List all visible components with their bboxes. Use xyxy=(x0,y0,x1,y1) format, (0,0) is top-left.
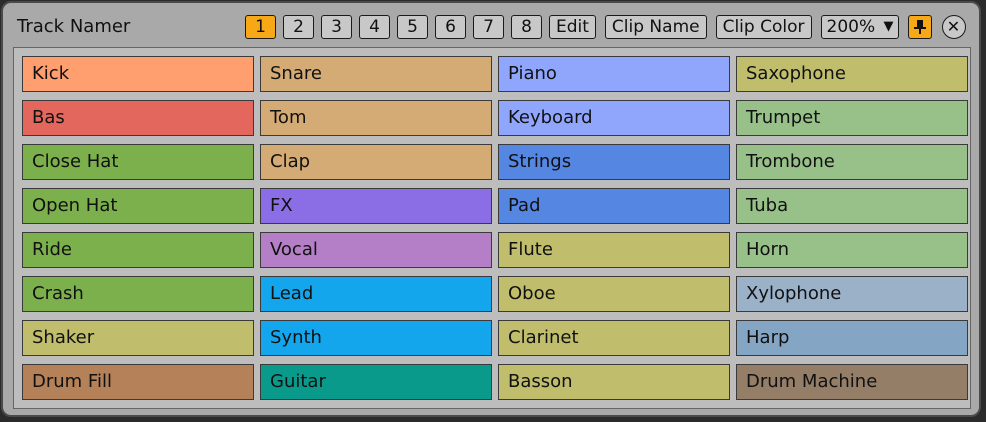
track-name-xylophone[interactable]: Xylophone xyxy=(736,276,968,312)
toolbar: 1 2 3 4 5 6 7 8 Edit Clip Name Clip Colo… xyxy=(245,14,966,40)
track-name-kick[interactable]: Kick xyxy=(22,56,254,92)
track-name-tuba[interactable]: Tuba xyxy=(736,188,968,224)
track-name-grid: Kick Snare Piano Saxophone Bas Tom Keyboard Tru… xyxy=(22,56,968,400)
track-name-oboe[interactable]: Oboe xyxy=(498,276,730,312)
pin-icon xyxy=(913,20,926,34)
track-name-piano[interactable]: Piano xyxy=(498,56,730,92)
zoom-select[interactable]: 200% ▼ xyxy=(820,15,899,39)
track-7-button[interactable]: 7 xyxy=(473,15,504,39)
track-1-button[interactable]: 1 xyxy=(245,15,276,39)
track-name-panel: Kick Snare Piano Saxophone Bas Tom Keyboard Tru… xyxy=(13,47,971,409)
clip-color-button[interactable]: Clip Color xyxy=(715,15,812,39)
track-name-vocal[interactable]: Vocal xyxy=(260,232,492,268)
track-name-clarinet[interactable]: Clarinet xyxy=(498,320,730,356)
track-name-harp[interactable]: Harp xyxy=(736,320,968,356)
pin-button[interactable] xyxy=(907,15,932,39)
zoom-value: 200% xyxy=(826,17,876,37)
track-name-open-hat[interactable]: Open Hat xyxy=(22,188,254,224)
track-name-snare[interactable]: Snare xyxy=(260,56,492,92)
track-name-tom[interactable]: Tom xyxy=(260,100,492,136)
track-name-bas[interactable]: Bas xyxy=(22,100,254,136)
track-namer-window: Track Namer 1 2 3 4 5 6 7 8 Edit Clip Na… xyxy=(1,1,981,417)
track-name-drum-fill[interactable]: Drum Fill xyxy=(22,364,254,400)
window-title: Track Namer xyxy=(17,16,131,37)
track-name-shaker[interactable]: Shaker xyxy=(22,320,254,356)
edit-button[interactable]: Edit xyxy=(549,15,596,39)
track-name-lead[interactable]: Lead xyxy=(260,276,492,312)
chevron-down-icon: ▼ xyxy=(883,19,894,34)
track-name-trombone[interactable]: Trombone xyxy=(736,144,968,180)
track-name-synth[interactable]: Synth xyxy=(260,320,492,356)
track-5-button[interactable]: 5 xyxy=(397,15,428,39)
track-6-button[interactable]: 6 xyxy=(435,15,466,39)
track-name-fx[interactable]: FX xyxy=(260,188,492,224)
track-2-button[interactable]: 2 xyxy=(283,15,314,39)
track-name-flute[interactable]: Flute xyxy=(498,232,730,268)
track-4-button[interactable]: 4 xyxy=(359,15,390,39)
track-name-trumpet[interactable]: Trumpet xyxy=(736,100,968,136)
clip-name-button[interactable]: Clip Name xyxy=(604,15,707,39)
close-button[interactable]: ✕ xyxy=(941,15,966,39)
track-name-crash[interactable]: Crash xyxy=(22,276,254,312)
track-name-clap[interactable]: Clap xyxy=(260,144,492,180)
close-icon: ✕ xyxy=(946,17,961,36)
track-name-guitar[interactable]: Guitar xyxy=(260,364,492,400)
track-name-horn[interactable]: Horn xyxy=(736,232,968,268)
track-name-drum-machine[interactable]: Drum Machine xyxy=(736,364,968,400)
track-name-keyboard[interactable]: Keyboard xyxy=(498,100,730,136)
track-name-basson[interactable]: Basson xyxy=(498,364,730,400)
track-name-close-hat[interactable]: Close Hat xyxy=(22,144,254,180)
track-8-button[interactable]: 8 xyxy=(511,15,542,39)
track-3-button[interactable]: 3 xyxy=(321,15,352,39)
track-name-strings[interactable]: Strings xyxy=(498,144,730,180)
track-name-pad[interactable]: Pad xyxy=(498,188,730,224)
track-name-saxophone[interactable]: Saxophone xyxy=(736,56,968,92)
track-name-ride[interactable]: Ride xyxy=(22,232,254,268)
